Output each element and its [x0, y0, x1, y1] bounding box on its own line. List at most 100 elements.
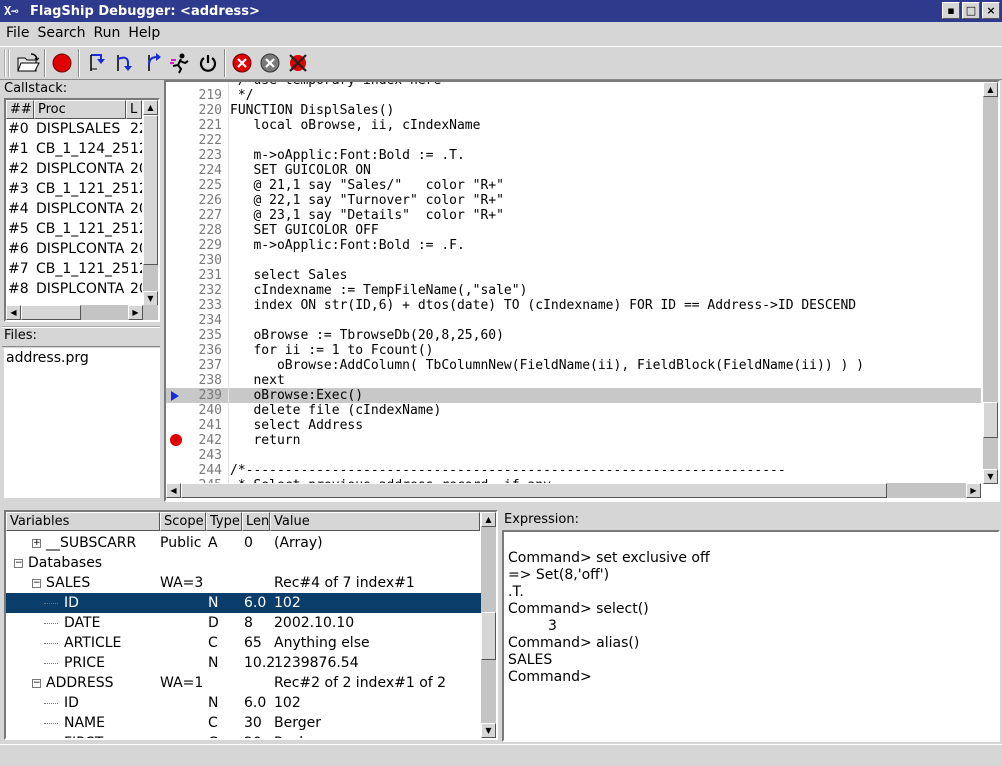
scroll-left-arrow[interactable]: ◀ [6, 305, 21, 320]
code-line[interactable]: 223 m->oApplic:Font:Bold := .T. [166, 148, 981, 163]
callstack-col-num[interactable]: ## [6, 100, 34, 119]
callstack-row[interactable]: #6 DISPLCONTA 20 [6, 239, 158, 259]
code-line[interactable]: 224 SET GUICOLOR ON [166, 163, 981, 178]
callstack-row[interactable]: #3 CB_1_121_2512 [6, 179, 158, 199]
variable-row[interactable]: + __SUBSCARR Public A 0 (Array) [6, 533, 482, 553]
collapse-icon[interactable]: − [32, 579, 41, 588]
code-line[interactable]: 230 [166, 253, 981, 268]
callstack-row[interactable]: #8 DISPLCONTA 20 [6, 279, 158, 299]
code-line[interactable]: 238 next [166, 373, 981, 388]
code-line[interactable]: 221 local oBrowse, ii, cIndexName [166, 118, 981, 133]
callstack-row[interactable]: #2 DISPLCONTA 20 [6, 159, 158, 179]
variable-row[interactable]: PRICE N 10.2 1239876.54 [6, 653, 482, 673]
toolbar-grip[interactable] [4, 49, 10, 77]
scroll-thumb[interactable] [983, 402, 998, 438]
step-out-icon[interactable] [138, 49, 166, 77]
code-line[interactable]: 242 return [166, 433, 981, 448]
code-line[interactable]: 232 cIndexname := TempFileName(,"sale") [166, 283, 981, 298]
code-line[interactable]: 234 [166, 313, 981, 328]
code-line[interactable]: 233 index ON str(ID,6) + dtos(date) TO (… [166, 298, 981, 313]
variable-row[interactable]: NAME C 30 Berger [6, 713, 482, 733]
code-line[interactable]: 244 /*-----------------------------------… [166, 463, 981, 478]
scroll-thumb[interactable] [181, 483, 887, 498]
expression-console[interactable]: Command> set exclusive off => Set(8,'off'… [502, 530, 1000, 742]
minimize-button[interactable]: ▪ [942, 2, 960, 19]
close-button[interactable]: × [982, 2, 1000, 19]
callstack-row[interactable]: #7 CB_1_121_2512 [6, 259, 158, 279]
scroll-thumb[interactable] [143, 115, 158, 265]
variables-col-len[interactable]: Len [242, 512, 270, 531]
code-line[interactable]: 225 @ 21,1 say "Sales/" color "R+" [166, 178, 981, 193]
code-line[interactable]: 241 select Address [166, 418, 981, 433]
code-line[interactable]: 228 SET GUICOLOR OFF [166, 223, 981, 238]
code-line[interactable]: 227 @ 23,1 say "Details" color "R+" [166, 208, 981, 223]
scroll-up-arrow[interactable]: ▲ [481, 512, 496, 527]
code-line[interactable]: 229 m->oApplic:Font:Bold := .F. [166, 238, 981, 253]
maximize-button[interactable]: □ [962, 2, 980, 19]
variables-col-name[interactable]: Variables [6, 512, 160, 531]
file-item[interactable]: address.prg [4, 348, 160, 368]
code-line[interactable]: 222 [166, 133, 981, 148]
code-line[interactable]: 219 */ [166, 88, 981, 103]
code-line[interactable]: 220 FUNCTION DisplSales() [166, 103, 981, 118]
disable-breakpoints-icon[interactable] [284, 49, 312, 77]
code-line[interactable]: 237 oBrowse:AddColumn( TbColumnNew(Field… [166, 358, 981, 373]
scroll-thumb[interactable] [481, 612, 496, 660]
code-line[interactable]: 226 @ 22,1 say "Turnover" color "R+" [166, 193, 981, 208]
scroll-left-arrow[interactable]: ◀ [166, 483, 181, 498]
variable-row[interactable]: FIRST C 20 Paul [6, 733, 482, 738]
code-line[interactable]: 236 for ii := 1 to Fcount() [166, 343, 981, 358]
run-icon[interactable] [166, 49, 194, 77]
scroll-thumb[interactable] [21, 305, 81, 320]
collapse-icon[interactable]: − [14, 559, 23, 568]
variable-row[interactable]: − Databases [6, 553, 482, 573]
variable-row[interactable]: − ADDRESS WA=1 Rec#2 of 2 index#1 of 2 [6, 673, 482, 693]
variable-row[interactable]: − SALES WA=3 Rec#4 of 7 index#1 [6, 573, 482, 593]
callstack-row[interactable]: #1 CB_1_124_2512 [6, 139, 158, 159]
variables-col-scope[interactable]: Scope [160, 512, 206, 531]
variables-vscrollbar[interactable]: ▲ ▼ [481, 512, 496, 738]
code-vscrollbar[interactable]: ▲ ▼ [983, 82, 998, 484]
variable-row[interactable]: ARTICLE C 65 Anything else [6, 633, 482, 653]
power-icon[interactable] [194, 49, 222, 77]
step-into-icon[interactable] [82, 49, 110, 77]
variable-row[interactable]: DATE D 8 2002.10.10 [6, 613, 482, 633]
menu-run[interactable]: Run [94, 25, 121, 41]
code-hscrollbar[interactable]: ◀ ▶ [166, 483, 981, 498]
scroll-right-arrow[interactable]: ▶ [966, 483, 981, 498]
scroll-down-arrow[interactable]: ▼ [481, 723, 496, 738]
code-line[interactable]: 235 oBrowse := TbrowseDb(20,8,25,60) [166, 328, 981, 343]
code-line[interactable]: 243 [166, 448, 981, 463]
code-line[interactable]: 240 delete file (cIndexName) [166, 403, 981, 418]
menu-file[interactable]: File [6, 25, 29, 41]
variables-col-type[interactable]: Type [206, 512, 242, 531]
expand-icon[interactable]: + [32, 539, 41, 548]
scroll-up-arrow[interactable]: ▲ [983, 82, 998, 97]
callstack-col-proc[interactable]: Proc [34, 100, 126, 119]
variable-row[interactable]: ID N 6.0 102 [6, 593, 482, 613]
callstack-row[interactable]: #5 CB_1_121_2512 [6, 219, 158, 239]
code-line-current[interactable]: 239 oBrowse:Exec() [166, 388, 981, 403]
scroll-down-arrow[interactable]: ▼ [983, 469, 998, 484]
callstack-row[interactable]: #4 DISPLCONTA 20 [6, 199, 158, 219]
menu-help[interactable]: Help [128, 25, 160, 41]
variable-row[interactable]: ID N 6.0 102 [6, 693, 482, 713]
code-line[interactable]: 231 select Sales [166, 268, 981, 283]
stop-icon[interactable] [48, 49, 76, 77]
callstack-row[interactable]: #0 DISPLSALES 22 [6, 119, 158, 139]
callstack-col-line[interactable]: L [126, 100, 142, 119]
variables-col-value[interactable]: Value [270, 512, 480, 531]
x-window-icon[interactable]: X⊸ [0, 4, 30, 18]
console-line: => Set(8,'off') [508, 567, 610, 583]
delete-breakpoint-icon[interactable] [228, 49, 256, 77]
scroll-right-arrow[interactable]: ▶ [128, 305, 143, 320]
step-over-icon[interactable] [110, 49, 138, 77]
callstack-vscrollbar[interactable]: ▲ ▼ [143, 100, 158, 306]
scroll-down-arrow[interactable]: ▼ [143, 291, 158, 306]
scroll-up-arrow[interactable]: ▲ [143, 100, 158, 115]
menu-search[interactable]: Search [37, 25, 85, 41]
clear-breakpoints-icon[interactable] [256, 49, 284, 77]
open-folder-icon[interactable] [14, 49, 42, 77]
callstack-hscrollbar[interactable]: ◀ ▶ [6, 305, 158, 320]
collapse-icon[interactable]: − [32, 679, 41, 688]
